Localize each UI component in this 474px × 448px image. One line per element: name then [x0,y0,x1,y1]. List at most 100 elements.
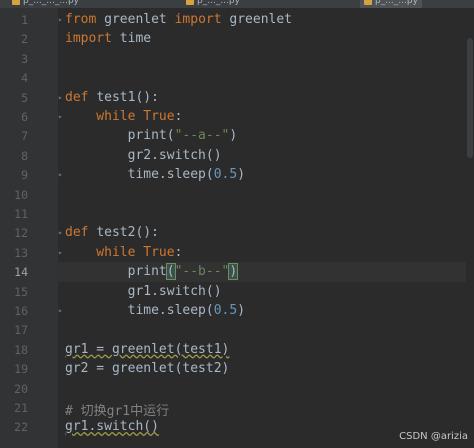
line-number: 21 [14,401,28,415]
fold-marker-icon[interactable]: ▸ [58,112,64,121]
code-token: ) [228,263,239,281]
code-token: ) [237,167,246,183]
editor-tab-3[interactable]: p_..._...py [360,0,422,8]
code-token: (): [135,89,159,105]
code-token: "--b--" [174,264,230,280]
code-token: print [65,264,167,280]
fold-marker-icon[interactable]: ▸ [58,248,64,257]
line-number: 18 [14,342,28,357]
code-token: gr1 = greenlet(test1) [65,341,230,357]
line-number: 6 [21,110,28,124]
line-number: 2 [21,32,28,47]
code-text: while True: [65,109,182,124]
editor-tab-bar: p_..._..._...py p_..._...py p_..._...py [0,0,474,8]
line-number: 13 [14,245,28,260]
code-text: gr1.switch() [65,284,222,299]
code-token: : [174,109,183,124]
code-token: import [65,31,120,47]
code-token: 0.5 [213,167,238,183]
fold-marker-icon[interactable]: ▸ [58,228,64,237]
code-token: test1 [96,89,136,105]
code-line[interactable] [58,185,474,204]
fold-marker-icon[interactable]: ▸ [58,93,64,102]
tab-label: p_..._...py [197,0,240,6]
line-number: 20 [14,381,28,396]
code-text: import time [65,31,151,46]
editor-tab-1[interactable]: p_..._..._...py [12,0,79,8]
code-text: gr2.switch() [65,148,222,163]
code-token: True [143,109,175,124]
tab-label: p_..._...py [375,0,418,6]
code-line[interactable] [58,204,474,223]
code-text: time.sleep(0.5) [65,167,245,182]
code-text: time.sleep(0.5) [65,303,245,318]
code-line[interactable] [58,379,474,398]
line-number: 4 [21,71,28,86]
code-text: gr1.switch() [65,419,159,434]
line-number: 10 [14,187,28,202]
code-token: gr2.switch() [65,147,222,163]
code-token: gr2 = greenlet(test2) [65,361,230,377]
line-number: 8 [21,148,28,163]
code-token: time [119,31,152,47]
code-token: ( [165,263,176,281]
line-number: 16 [14,304,28,318]
line-number: 22 [14,420,28,435]
line-number: 11 [14,207,28,221]
code-token: def [65,225,97,241]
code-token: gr1.switch() [65,283,222,299]
code-token: ) [229,128,238,144]
code-text: def test2(): [65,225,159,240]
code-line[interactable] [58,320,474,339]
line-number: 1 [21,13,28,27]
code-token: print( [65,128,175,144]
code-token: def [65,89,97,105]
line-number: 15 [14,284,28,299]
code-token: gr1.switch() [65,419,159,435]
code-token: while [65,244,144,260]
scrollbar-thumb[interactable] [467,38,473,158]
code-token: True [143,244,175,260]
code-text: gr1 = greenlet(test1) [65,342,229,357]
code-token: time.sleep( [65,303,214,318]
code-text: # 切换gr1中运行 [65,400,169,419]
python-file-icon [364,0,372,5]
code-text: from greenlet import greenlet [65,12,292,27]
line-number: 19 [14,362,28,377]
code-token: "--a--" [174,128,230,144]
code-editor[interactable]: from greenlet import greenlet import time… [58,8,474,448]
code-token: from [65,12,105,27]
fold-marker-icon[interactable]: ▸ [58,306,64,315]
code-token: (): [135,225,159,241]
line-number: 9 [21,168,28,183]
code-token: : [174,244,183,260]
code-line[interactable] [58,68,474,87]
code-text: while True: [65,245,182,260]
watermark: CSDN @arizia [399,431,468,442]
tab-label: p_..._..._...py [23,0,79,6]
code-token: time.sleep( [65,167,214,183]
code-token: while [65,109,144,124]
code-text: def test1(): [65,90,159,105]
fold-marker-icon[interactable]: ▸ [58,15,64,24]
code-line[interactable] [58,49,474,68]
line-number: 7 [21,129,28,144]
code-token: test2 [96,225,136,241]
code-token: greenlet [104,12,175,27]
line-number: 3 [21,51,28,66]
editor-tab-2[interactable]: p_..._...py [186,0,240,8]
code-token: 0.5 [213,303,238,318]
line-number: 5 [21,90,28,105]
python-file-icon [12,0,20,5]
code-text: print("--a--") [65,128,238,144]
line-number: 14 [14,265,28,280]
code-token: import [174,12,230,27]
code-text: print("--b--") [65,263,239,281]
line-number: 12 [14,226,28,241]
line-number: 17 [14,323,28,338]
code-token: ) [237,303,246,318]
vertical-scrollbar[interactable] [466,8,474,448]
code-text: gr2 = greenlet(test2) [65,361,229,376]
fold-marker-icon[interactable]: ▸ [58,170,64,179]
code-token: greenlet [229,12,293,27]
